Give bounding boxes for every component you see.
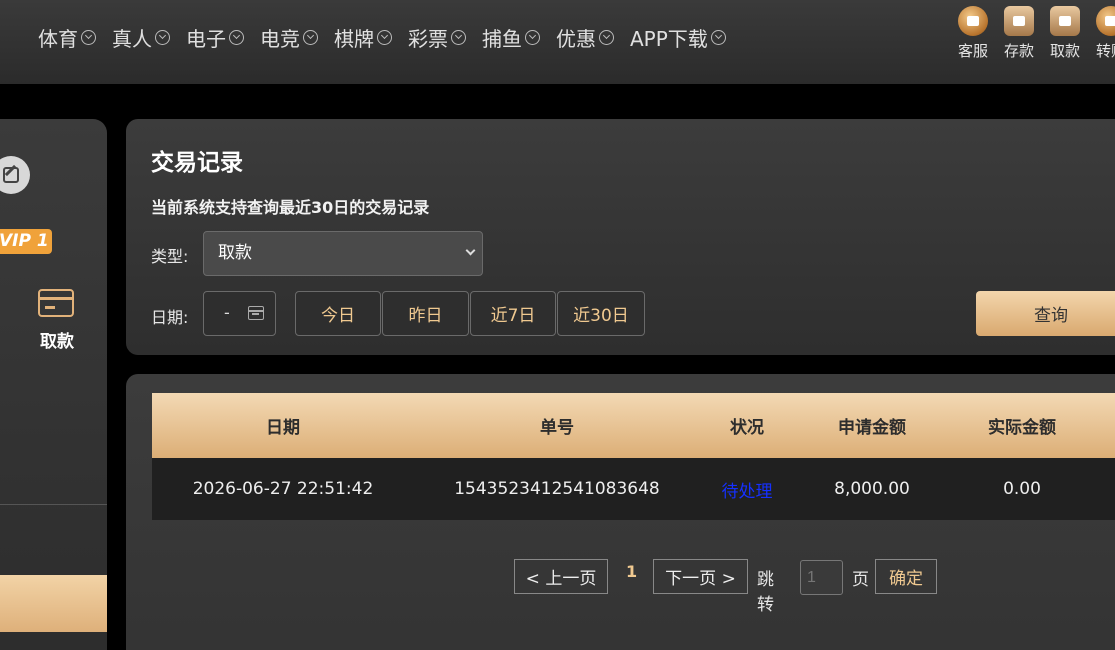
nav-item-fishing[interactable]: 捕鱼 (482, 23, 540, 52)
nav-item-esports[interactable]: 电竞 (260, 23, 318, 52)
cell-requested-amount: 8,000.00 (834, 479, 910, 499)
edit-profile-button[interactable] (0, 156, 30, 194)
nav-item-board-games[interactable]: 棋牌 (334, 23, 392, 52)
chevron-down-icon (81, 29, 96, 45)
nav-item-live-casino[interactable]: 真人 (112, 23, 170, 52)
quick-deposit[interactable]: 存款 (997, 6, 1041, 61)
nav-item-lottery[interactable]: 彩票 (408, 23, 466, 52)
range-yesterday-button[interactable]: 昨日 (382, 291, 469, 336)
chevron-down-icon (155, 29, 170, 45)
chevron-down-icon (303, 29, 318, 45)
nav-label: 电子 (186, 26, 226, 51)
transfer-icon (1096, 6, 1115, 36)
vip-badge: VIP 1 (0, 229, 52, 254)
header-requested-amount: 申请金额 (838, 418, 906, 438)
chevron-down-icon (525, 29, 540, 45)
nav-item-sports[interactable]: 体育 (38, 23, 96, 52)
calendar-icon (248, 306, 264, 320)
date-range-group: 今日 昨日 近7日 近30日 (295, 291, 646, 336)
top-navigation-bar: 体育 真人 电子 电竞 棋牌 彩票 捕鱼 优惠 APP下载 客服 存款 取款 转… (0, 0, 1115, 84)
bank-card-icon[interactable] (38, 289, 74, 317)
nav-label: 优惠 (556, 26, 596, 51)
header-status: 状况 (730, 418, 764, 438)
nav-label: 棋牌 (334, 26, 374, 51)
jump-label: 跳转 (757, 570, 774, 615)
quick-label: 取款 (1049, 42, 1080, 60)
table-row: 2026-06-27 22:51:42 1543523412541083648 … (152, 458, 1115, 520)
nav-label: 电竞 (260, 26, 300, 51)
chevron-down-icon (710, 29, 726, 45)
quick-label: 存款 (1003, 42, 1034, 60)
nav-label: 捕鱼 (482, 26, 522, 51)
query-button[interactable]: 查询 (976, 291, 1115, 336)
nav-item-slots[interactable]: 电子 (186, 23, 244, 52)
cell-actual-amount: 0.00 (1003, 479, 1041, 499)
withdraw-wallet-icon (1050, 6, 1080, 36)
quick-label: 转账 (1095, 42, 1115, 60)
transactions-table: 日期 单号 状况 申请金额 实际金额 2026-06-27 22:51:42 1… (152, 393, 1115, 520)
date-value: - (224, 303, 230, 322)
nav-item-promotions[interactable]: 优惠 (556, 23, 614, 52)
edit-icon (3, 167, 19, 183)
transaction-filter-panel: 交易记录 当前系统支持查询最近30日的交易记录 类型: 取款 日期: - 今日 … (126, 119, 1115, 355)
nav-label: APP下载 (630, 26, 708, 51)
sidebar-withdraw-label[interactable]: 取款 (40, 327, 74, 352)
quick-transfer[interactable]: 转账 (1089, 6, 1115, 61)
range-30days-button[interactable]: 近30日 (557, 291, 645, 336)
quick-label: 客服 (957, 42, 988, 60)
range-today-button[interactable]: 今日 (295, 291, 381, 336)
jump-page-input[interactable] (800, 560, 843, 595)
quick-customer-service[interactable]: 客服 (951, 6, 995, 61)
type-select-value: 取款 (218, 243, 252, 263)
page-suffix: 页 (852, 570, 869, 590)
main-nav: 体育 真人 电子 电竞 棋牌 彩票 捕鱼 优惠 APP下载 (38, 22, 742, 52)
customer-service-icon (958, 6, 988, 36)
sidebar-item-active[interactable] (0, 575, 107, 632)
jump-confirm-button[interactable]: 确定 (875, 559, 937, 594)
chevron-down-icon (599, 29, 614, 45)
header-date: 日期 (266, 418, 300, 438)
chevron-down-icon (451, 29, 466, 45)
date-picker[interactable]: - (203, 291, 276, 336)
chevron-down-icon (465, 245, 476, 256)
page-title: 交易记录 (151, 150, 243, 176)
table-header: 日期 单号 状况 申请金额 实际金额 (152, 393, 1115, 458)
header-order-no: 单号 (540, 418, 574, 438)
deposit-wallet-icon (1004, 6, 1034, 36)
cell-status-link[interactable]: 待处理 (687, 477, 807, 502)
prev-page-button[interactable]: < 上一页 (514, 559, 608, 594)
nav-item-app-download[interactable]: APP下载 (630, 23, 726, 52)
transaction-results-panel: 日期 单号 状况 申请金额 实际金额 2026-06-27 22:51:42 1… (126, 374, 1115, 650)
nav-label: 体育 (38, 26, 78, 51)
date-label: 日期: (151, 308, 189, 327)
nav-label: 真人 (112, 26, 152, 51)
range-7days-button[interactable]: 近7日 (470, 291, 556, 336)
header-actual-amount: 实际金额 (988, 418, 1056, 438)
nav-label: 彩票 (408, 26, 448, 51)
type-select[interactable]: 取款 (203, 231, 483, 276)
chevron-down-icon (229, 29, 244, 45)
cell-order-no: 1543523412541083648 (454, 479, 660, 499)
next-page-button[interactable]: 下一页 > (653, 559, 748, 594)
type-label: 类型: (151, 247, 189, 266)
quick-withdraw[interactable]: 取款 (1043, 6, 1087, 61)
chevron-down-icon (377, 29, 392, 45)
account-sidebar: VIP 1 取款 (0, 119, 107, 650)
sidebar-divider (0, 504, 107, 505)
cell-date: 2026-06-27 22:51:42 (192, 479, 374, 499)
page-subtitle: 当前系统支持查询最近30日的交易记录 (151, 198, 430, 217)
current-page: 1 (626, 562, 638, 581)
